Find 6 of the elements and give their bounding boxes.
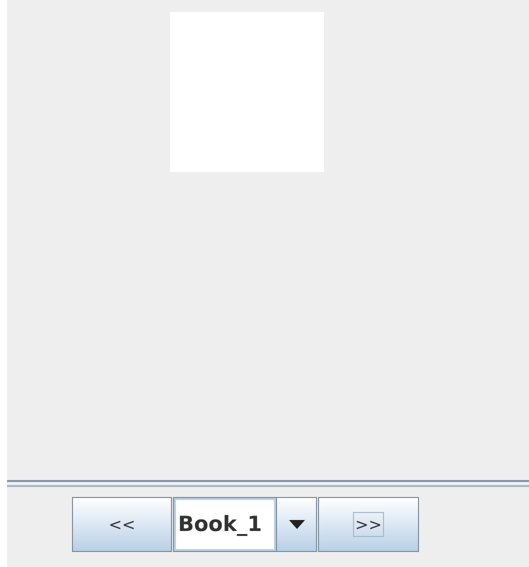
book-dropdown-value: Book_1 <box>174 498 276 551</box>
caret-icon <box>288 520 304 530</box>
next-button[interactable]: >> <box>318 497 419 552</box>
book-dropdown[interactable]: Book_1 <box>173 497 317 552</box>
previous-button[interactable]: << <box>72 497 172 552</box>
dropdown-arrow-button[interactable] <box>276 498 316 551</box>
